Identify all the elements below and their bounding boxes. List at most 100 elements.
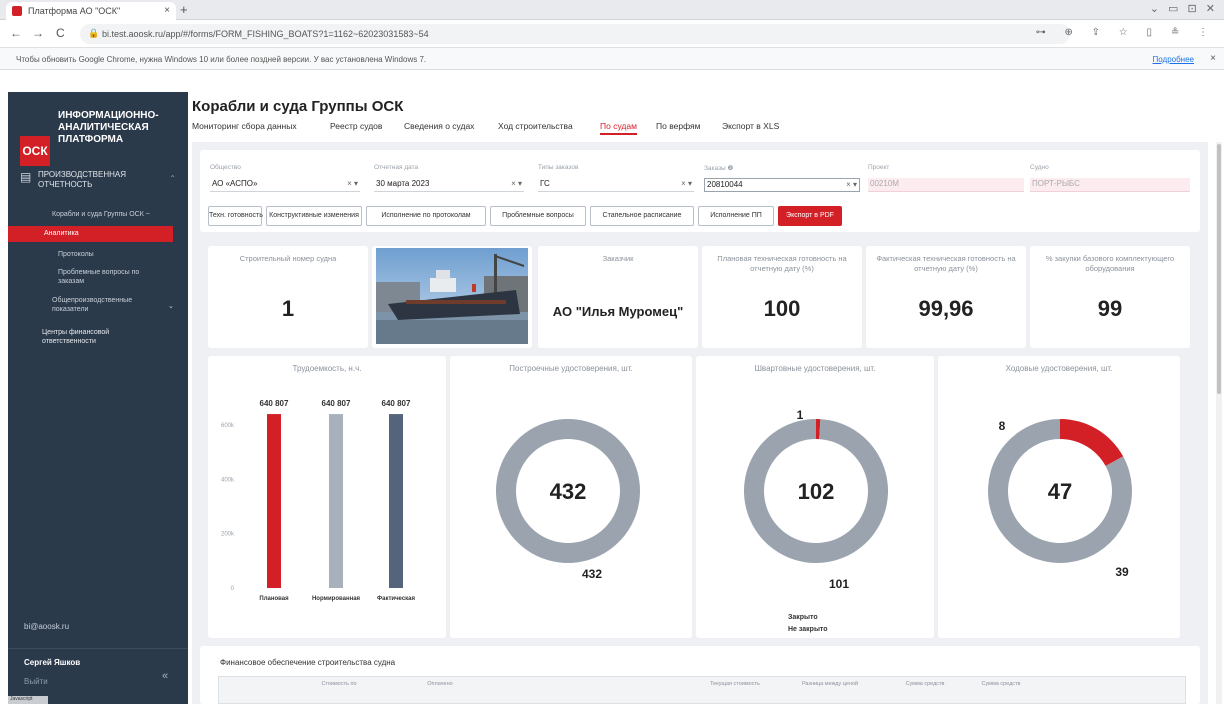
slice-value-label: 39 [1115,565,1129,579]
page-scrollbar[interactable] [1216,142,1222,704]
window-controls[interactable]: ⌄ ▭ ⊡ ✕ [1150,2,1218,15]
tab-by-shipyards[interactable]: По верфям [656,121,700,131]
filter-vessel: Судно ПОРТ-РЫБС [1030,164,1190,198]
kpi-planned-readiness: Плановая техническая готовность на отчет… [702,246,862,348]
sidebar-item-analytics[interactable]: Аналитика [8,226,173,242]
finance-table-header: Стоимость по Оплачено Текущая стоимость … [218,676,1186,704]
sidebar-item-problems[interactable]: Проблемные вопросы по заказам [58,268,158,286]
x-category-label: Фактическая [377,596,416,602]
donut-center-total: 47 [1048,479,1072,504]
filter-date-select[interactable]: 30 марта 2023 × ▾ [374,178,524,192]
slice-value-label: 432 [582,567,602,581]
browser-toolbar-icons[interactable]: ⊶ ⊕ ⇪ ☆ ▯ ≗ ⋮ [1036,27,1216,38]
filter-project: Проект 00210М [868,164,1024,198]
kpi-value: 99 [1097,296,1123,321]
filter-label: Заказы ❷ [704,165,734,172]
protocol-execution-button[interactable]: Исполнение по протоколам [366,206,486,226]
slice-value-label: 8 [999,419,1006,433]
finance-col: Сумма средств [981,681,1021,687]
bar-1 [329,414,343,588]
filter-company[interactable]: Общество АО «АСПО» × ▾ [210,164,360,198]
kpi-equipment-procurement: % закупки базового комплектующего оборуд… [1030,246,1190,348]
url-input[interactable]: 🔒 bi.test.aoosk.ru/app/#/forms/FORM_FISH… [80,24,1070,44]
finance-col: Стоимость по [321,681,357,687]
clear-dropdown-icon[interactable]: × ▾ [347,179,358,188]
browser-tab[interactable]: Платформа АО "ОСК" × [6,2,176,20]
user-name: Сергей Яшков [24,658,81,667]
filter-orders[interactable]: Заказы ❷ 20810044 × ▾ [704,164,860,198]
sidebar-item-finance-centers[interactable]: Центры финансовой ответственности [42,328,142,346]
back-icon[interactable]: ← [10,26,22,40]
sea-trial-certs-donut: 8 39 47 [988,419,1132,579]
filter-label: Отчетная дата [374,164,419,171]
donut-center-total: 102 [798,479,835,504]
status-tag: Javascript [8,696,48,704]
kpi-label: % закупки базового комплектующего оборуд… [1045,254,1175,273]
tab-ship-info[interactable]: Сведения о судах [404,121,474,131]
bar-value-label: 640 807 [322,399,351,408]
update-infobar: Чтобы обновить Google Chrome, нужна Wind… [0,48,1224,70]
tech-readiness-button[interactable]: Техн. готовность [208,206,263,226]
filter-value: АО «АСПО» [212,179,258,188]
labor-chart-card: Трудоемкость, н.ч. 0 200k 400k 600k 640 807 П… [208,356,446,638]
donut-center-total: 432 [550,479,587,504]
tab-registry[interactable]: Реестр судов [330,121,382,131]
sidebar-item-protocols[interactable]: Протоколы [58,250,94,259]
reload-icon[interactable]: C [56,26,65,40]
filter-panel: Общество АО «АСПО» × ▾ Отчетная дата 30 … [200,150,1200,232]
logout-link[interactable]: Выйти [24,677,48,686]
platform-title: ИНФОРМАЦИОННО-АНАЛИТИЧЕСКАЯ ПЛАТФОРМА [58,110,159,145]
bar-value-label: 640 807 [260,399,289,408]
filter-order-types-select[interactable]: ГС × ▾ [538,178,694,192]
x-category-label: Плановая [259,596,289,602]
pp-execution-button[interactable]: Исполнение ПП [698,206,774,226]
chart-title: Ходовые удостоверения, шт. [1005,364,1113,373]
tab-monitoring[interactable]: Мониторинг сбора данных [192,121,297,131]
slipway-schedule-button[interactable]: Стапельное расписание [590,206,694,226]
clear-dropdown-icon[interactable]: × ▾ [846,180,857,189]
filter-date[interactable]: Отчетная дата 30 марта 2023 × ▾ [374,164,524,198]
clear-dropdown-icon[interactable]: × ▾ [511,179,522,188]
construction-certs-donut: 0432432 [495,418,640,581]
mooring-certs-donut: 1 101 102 [744,408,888,591]
tab-by-ships[interactable]: По судам [600,121,637,135]
ship-photo-card [372,246,532,348]
filter-value: ГС [540,179,550,188]
legend-closed: Закрыто [788,614,818,621]
filter-order-types[interactable]: Типы заказов ГС × ▾ [538,164,694,198]
sidebar-item-general-indicators[interactable]: Общепроизводственные показатели [52,296,152,314]
tab-progress[interactable]: Ход строительства [498,121,573,131]
infobar-close-icon[interactable]: × [1210,53,1216,64]
support-email[interactable]: bi@aoosk.ru [24,622,69,631]
filter-value: ПОРТ-РЫБС [1032,179,1080,188]
clear-dropdown-icon[interactable]: × ▾ [681,179,692,188]
infobar-more-link[interactable]: Подробнее [1153,55,1195,64]
url-text: bi.test.aoosk.ru/app/#/forms/FORM_FISHIN… [102,29,429,39]
filter-company-select[interactable]: АО «АСПО» × ▾ [210,178,360,192]
forward-icon[interactable]: → [32,26,44,40]
finance-col: Оплачено [427,681,453,687]
collapse-sidebar-icon[interactable]: « [162,670,168,682]
problem-issues-button[interactable]: Проблемные вопросы [490,206,586,226]
kpi-label: Строительный номер судна [239,254,337,263]
new-tab-button[interactable]: + [180,2,188,17]
filter-label: Проект [868,164,890,171]
kpi-customer: Заказчик АО "Илья Муромец" [538,246,698,348]
export-pdf-button[interactable]: Экспорт в PDF [778,206,842,226]
finance-title: Финансовое обеспечение строительства суд… [220,658,396,667]
tab-export-xls[interactable]: Экспорт в XLS [722,121,779,131]
design-changes-button[interactable]: Конструктивные изменения [266,206,362,226]
site-favicon-icon [12,6,22,16]
infobar-message: Чтобы обновить Google Chrome, нужна Wind… [16,55,427,64]
tab-close-icon[interactable]: × [164,5,170,16]
browser-tabbar: Платформа АО "ОСК" × + ⌄ ▭ ⊡ ✕ [0,0,1224,20]
filter-label: Типы заказов [538,164,579,171]
kpi-value: АО "Илья Муромец" [552,304,684,319]
kpi-label: Фактическая техническая готовность на от… [876,254,1016,273]
filter-orders-select[interactable]: 20810044 × ▾ [704,178,860,192]
scrollbar-thumb[interactable] [1217,144,1221,394]
y-tick-label: 400k [221,477,235,483]
filter-value: 00210М [870,179,899,188]
sidebar-item-ships[interactable]: Корабли и суда Группы ОСК ~ [52,210,150,219]
sidebar-divider [8,648,188,649]
